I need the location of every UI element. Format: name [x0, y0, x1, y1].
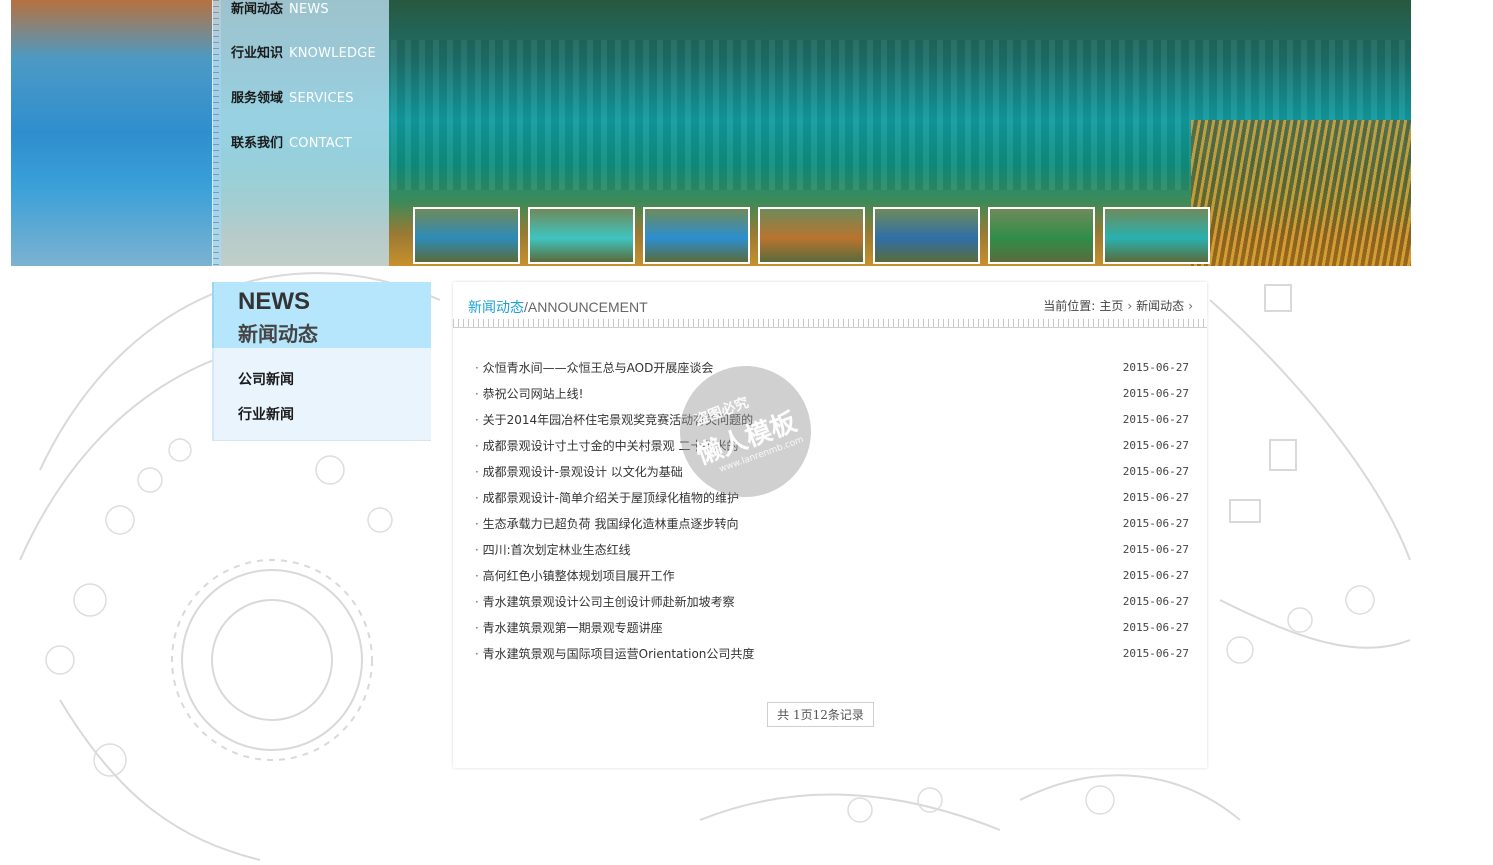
banner-lake-image	[11, 0, 221, 266]
news-title-link[interactable]: 四川:首次划定林业生态红线	[475, 541, 631, 558]
list-item: 恭祝公司网站上线! 2015-06-27	[475, 380, 1189, 406]
nav-item-services[interactable]: 服务领域 SERVICES	[231, 87, 354, 107]
news-date: 2015-06-27	[1122, 620, 1189, 634]
chevron-right-icon: ›	[1127, 298, 1133, 313]
nav-item-contact[interactable]: 联系我们 CONTACT	[231, 132, 352, 152]
list-item: 生态承载力已超负荷 我国绿化造林重点逐步转向 2015-06-27	[475, 510, 1189, 536]
news-date: 2015-06-27	[1122, 646, 1189, 660]
thumbnail[interactable]	[1103, 207, 1210, 264]
hero-banner: 新闻动态 NEWS 行业知识 KNOWLEDGE 服务领域 SERVICES 联…	[11, 0, 1411, 266]
news-date: 2015-06-27	[1122, 360, 1189, 374]
banner-grass	[1191, 120, 1411, 266]
news-title-link[interactable]: 成都景观设计-简单介绍关于屋顶绿化植物的维护	[475, 489, 739, 506]
sidebar-heading-en: NEWS	[238, 288, 310, 315]
chevron-right-icon: ›	[1188, 298, 1193, 313]
list-item: 众恒青水间——众恒王总与AOD开展座谈会 2015-06-27	[475, 354, 1189, 380]
news-title-link[interactable]: 恭祝公司网站上线!	[475, 385, 584, 402]
page-title-rest: /ANNOUNCEMENT	[524, 299, 648, 315]
news-title-link[interactable]: 青水建筑景观设计公司主创设计师赴新加坡考察	[475, 593, 735, 610]
sidebar-menu: 公司新闻 行业新闻	[212, 348, 431, 441]
thumbnail[interactable]	[413, 207, 520, 264]
panel-header: 新闻动态/ANNOUNCEMENT 当前位置: 主页 › 新闻动态 ›	[453, 282, 1207, 328]
news-date: 2015-06-27	[1122, 516, 1189, 530]
news-date: 2015-06-27	[1122, 490, 1189, 504]
news-date: 2015-06-27	[1122, 464, 1189, 478]
thumbnail[interactable]	[643, 207, 750, 264]
nav-item-cn: 服务领域	[231, 91, 284, 106]
news-title-link[interactable]: 青水建筑景观第一期景观专题讲座	[475, 619, 663, 636]
news-date: 2015-06-27	[1122, 594, 1189, 608]
thumbnail[interactable]	[528, 207, 635, 264]
nav-ruler	[213, 0, 219, 266]
list-item: 青水建筑景观设计公司主创设计师赴新加坡考察 2015-06-27	[475, 588, 1189, 614]
list-item: 四川:首次划定林业生态红线 2015-06-27	[475, 536, 1189, 562]
breadcrumb-current-link[interactable]: 新闻动态	[1136, 297, 1184, 314]
list-item: 成都景观设计-简单介绍关于屋顶绿化植物的维护 2015-06-27	[475, 484, 1189, 510]
sidebar-heading: NEWS 新闻动态	[212, 282, 431, 348]
breadcrumb: 当前位置: 主页 › 新闻动态 ›	[1043, 297, 1193, 314]
nav-item-en: CONTACT	[289, 136, 353, 151]
pagination-info: 共 1页12条记录	[767, 702, 874, 727]
nav-item-news[interactable]: 新闻动态 NEWS	[231, 0, 329, 18]
breadcrumb-label: 当前位置:	[1043, 299, 1096, 313]
nav-item-cn: 行业知识	[231, 46, 284, 61]
list-item: 高何红色小镇整体规划项目展开工作 2015-06-27	[475, 562, 1189, 588]
list-item: 青水建筑景观第一期景观专题讲座 2015-06-27	[475, 614, 1189, 640]
news-date: 2015-06-27	[1122, 542, 1189, 556]
thumbnail-strip	[413, 207, 1210, 264]
thumbnail[interactable]	[988, 207, 1095, 264]
list-item: 青水建筑景观与国际项目运营Orientation公司共度 2015-06-27	[475, 640, 1189, 666]
news-date: 2015-06-27	[1122, 568, 1189, 582]
page: 新闻动态 NEWS 行业知识 KNOWLEDGE 服务领域 SERVICES 联…	[0, 0, 1493, 865]
thumbnail[interactable]	[873, 207, 980, 264]
sidebar-heading-cn: 新闻动态	[238, 322, 318, 346]
nav-item-cn: 新闻动态	[231, 2, 284, 17]
news-title-link[interactable]: 众恒青水间——众恒王总与AOD开展座谈会	[475, 359, 714, 376]
news-title-link[interactable]: 成都景观设计-景观设计 以文化为基础	[475, 463, 683, 480]
news-title-link[interactable]: 生态承载力已超负荷 我国绿化造林重点逐步转向	[475, 515, 739, 532]
nav-item-cn: 联系我们	[231, 136, 284, 151]
header-ruler	[453, 319, 1207, 327]
nav-item-en: KNOWLEDGE	[289, 46, 376, 61]
news-title-link[interactable]: 青水建筑景观与国际项目运营Orientation公司共度	[475, 645, 755, 662]
list-item: 关于2014年园冶杯住宅景观奖竞赛活动有关问题的2015-06-27	[475, 406, 1189, 432]
list-item: 成都景观设计寸土寸金的中关村景观 二十平米的2015-06-27	[475, 432, 1189, 458]
nav-item-knowledge[interactable]: 行业知识 KNOWLEDGE	[231, 42, 376, 62]
news-date: 2015-06-27	[1122, 386, 1189, 400]
news-panel: 新闻动态/ANNOUNCEMENT 当前位置: 主页 › 新闻动态 › 众恒青水…	[453, 282, 1207, 768]
page-title: 新闻动态/ANNOUNCEMENT	[468, 297, 648, 317]
sidebar-item-industry-news[interactable]: 行业新闻	[238, 404, 294, 424]
list-item: 成都景观设计-景观设计 以文化为基础 2015-06-27	[475, 458, 1189, 484]
news-title-link[interactable]: 高何红色小镇整体规划项目展开工作	[475, 567, 675, 584]
thumbnail[interactable]	[758, 207, 865, 264]
news-date: 2015-06-27	[1122, 438, 1189, 452]
main-nav: 新闻动态 NEWS 行业知识 KNOWLEDGE 服务领域 SERVICES 联…	[212, 0, 389, 266]
sidebar-item-company-news[interactable]: 公司新闻	[238, 369, 294, 389]
nav-item-en: SERVICES	[289, 91, 354, 106]
news-list: 众恒青水间——众恒王总与AOD开展座谈会 2015-06-27 恭祝公司网站上线!…	[475, 354, 1189, 666]
news-date: 2015-06-27	[1122, 412, 1189, 426]
page-title-highlight: 新闻动态	[468, 299, 524, 315]
nav-item-en: NEWS	[289, 2, 329, 17]
breadcrumb-home-link[interactable]: 主页	[1099, 297, 1123, 314]
